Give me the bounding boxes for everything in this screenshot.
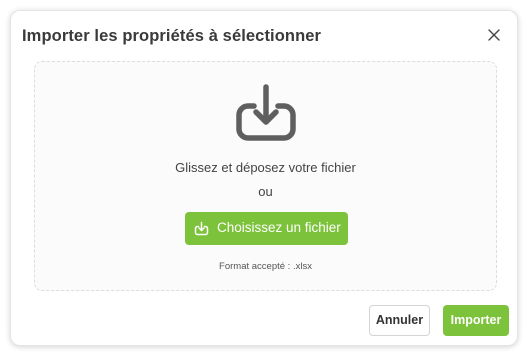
or-separator: ou: [258, 184, 273, 199]
dialog-title: Importer les propriétés à sélectionner: [22, 27, 322, 45]
close-icon[interactable]: [487, 28, 501, 42]
cancel-button[interactable]: Annuler: [369, 305, 430, 336]
download-tray-icon: [235, 84, 297, 142]
download-tray-icon: [194, 221, 209, 236]
import-button[interactable]: Importer: [443, 305, 509, 336]
import-dialog: Importer les propriétés à sélectionner G…: [10, 10, 518, 346]
choose-file-button[interactable]: Choisissez un fichier: [185, 212, 348, 245]
choose-file-label: Choisissez un fichier: [217, 220, 341, 235]
accepted-format-note: Format accepté : .xlsx: [219, 261, 312, 272]
dropzone-instruction: Glissez et déposez votre fichier: [175, 160, 356, 175]
file-dropzone[interactable]: Glissez et déposez votre fichier ou Choi…: [34, 61, 497, 291]
